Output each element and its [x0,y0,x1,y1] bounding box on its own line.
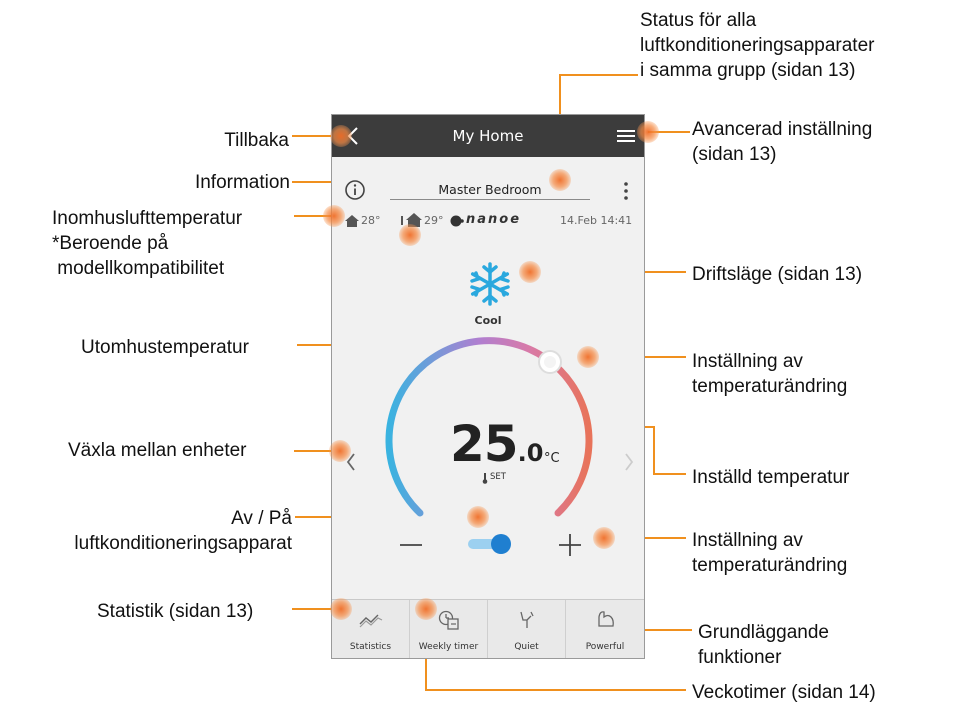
weekly-timer-icon [438,610,459,630]
tab-quiet[interactable]: Quiet [488,600,566,658]
annotation-power: Av / På luftkonditioneringsapparat [74,508,292,554]
indoor-temp: 28° [361,214,381,227]
set-temperature: 25.0 [450,415,543,473]
callout-dot-outdoor [399,224,421,246]
power-toggle[interactable] [466,532,514,556]
annotation-mode: Driftsläge (sidan 13) [692,264,863,285]
callout-dot-statistics [330,598,352,620]
minus-icon[interactable] [400,543,422,547]
annotation-weekly: Veckotimer (sidan 14) [692,682,876,703]
datetime: 14.Feb 14:41 [560,214,633,227]
callout-dot-temp-knob [577,346,599,368]
callout-dot-weekly [415,598,437,620]
plus-icon[interactable] [559,534,581,556]
callout-dot-menu [637,121,659,143]
callout-dot-plus [593,527,615,549]
bottom-tab-bar: Statistics Weekly timer Quiet Powerful [332,599,644,658]
annotation-outdoor: Utomhustemperatur [81,337,249,358]
tab-statistics-label: Statistics [349,642,392,652]
annotation-temp-change-1: Inställning av temperaturändring [692,351,848,397]
next-unit-icon[interactable] [624,453,634,471]
callout-dot-status [549,169,571,191]
nanoe-brand: nanoe [466,212,522,227]
annotation-basic: Grundläggande funktioner [698,622,829,668]
annotation-statistics: Statistik (sidan 13) [97,601,254,622]
annotation-indoor: Inomhuslufttemperatur *Beroende på model… [52,208,243,279]
tab-quiet-label: Quiet [514,642,539,652]
more-options-icon[interactable] [623,181,629,201]
annotation-status-all: Status för alla luftkonditioneringsappar… [640,10,875,81]
annotation-temp-change-2: Inställning av temperaturändring [692,530,848,576]
snowflake-icon[interactable] [467,261,513,307]
app-header: My Home [332,115,644,157]
phone-screen: My Home Master Bedroom 28° 29° nanoe 14.… [331,114,645,659]
annotation-set-temp: Inställd temperatur [692,467,850,488]
callout-dot-mode [519,261,541,283]
set-temp-integer: 25 [450,415,519,473]
outdoor-temp: 29° [424,214,444,227]
callout-dot-back [330,125,352,147]
annotation-advanced: Avancerad inställning (sidan 13) [692,119,873,165]
tab-powerful-label: Powerful [585,642,625,652]
temp-unit: °C [544,451,560,466]
room-underline [390,199,590,200]
indoor-home-icon [345,215,359,227]
set-temp-decimal: .0 [517,439,544,467]
mode-label: Cool [474,314,502,327]
nanoe-logo-icon [450,215,464,227]
set-label: SET [490,472,506,482]
annotation-information: Information [194,172,290,193]
thermometer-icon [482,473,488,484]
info-icon[interactable] [344,179,366,201]
menu-icon[interactable] [617,129,635,143]
callout-dot-switch [329,440,351,462]
callout-dot-power [467,506,489,528]
annotation-switch-units: Växla mellan enheter [68,440,247,461]
powerful-icon [598,611,614,627]
quiet-icon [520,611,534,628]
tab-weekly-timer-label: Weekly timer [418,642,479,652]
tab-powerful[interactable]: Powerful [566,600,644,658]
statistics-icon [359,614,383,628]
annotation-back: Tillbaka [224,130,289,151]
page-title: My Home [452,127,524,145]
callout-dot-indoor [323,205,345,227]
